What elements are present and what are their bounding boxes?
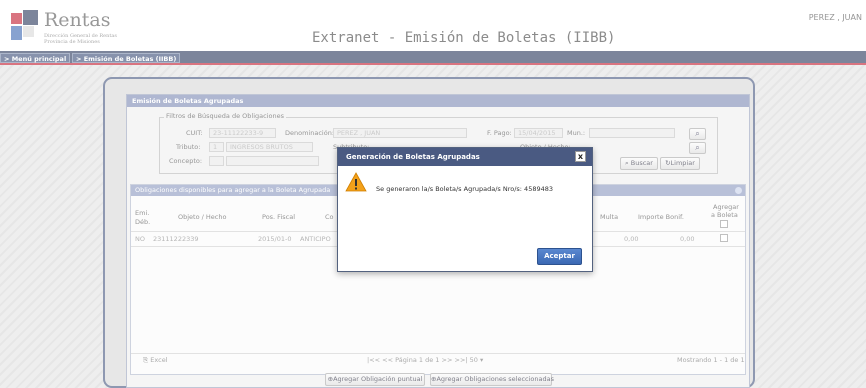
close-button[interactable]: x (575, 151, 586, 162)
dialog-title: Generación de Boletas Agrupadas (338, 148, 592, 166)
dialog-message: Se generaron la/s Boleta/s Agrupada/s Nr… (376, 185, 554, 193)
warning-icon (345, 172, 367, 192)
result-dialog: Generación de Boletas Agrupadas x Se gen… (337, 147, 593, 272)
accept-button[interactable]: Aceptar (537, 248, 582, 265)
